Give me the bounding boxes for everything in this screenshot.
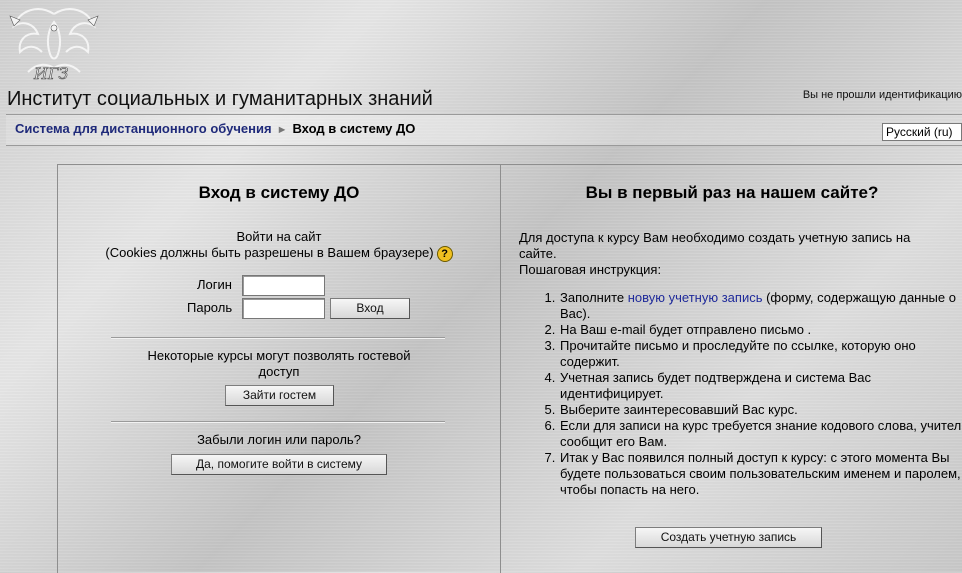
list-item: Заполните новую учетную запись (форму, с… — [559, 290, 962, 322]
list-item: Прочитайте письмо и проследуйте по ссылк… — [559, 338, 962, 370]
list-item: Если для записи на курс требуется знание… — [559, 418, 962, 450]
list-item: Выберите заинтересовавший Вас курс. — [559, 402, 962, 418]
cookies-note: (Cookies должны быть разрешены в Вашем б… — [105, 245, 434, 260]
signup-intro: Для доступа к курсу Вам необходимо созда… — [519, 230, 939, 278]
login-panels: Вход в систему ДО Войти на сайт (Cookies… — [57, 164, 962, 573]
username-label: Логин — [197, 277, 232, 292]
login-title: Вход в систему ДО — [198, 183, 360, 202]
signup-title: Вы в первый раз на нашем сайте? — [585, 183, 879, 202]
svg-text:ИГЗ: ИГЗ — [33, 64, 69, 82]
step-text: Заполните — [560, 290, 628, 305]
create-account-button[interactable]: Создать учетную запись — [635, 527, 822, 548]
list-item: Итак у Вас появился полный доступ к курс… — [559, 450, 962, 498]
enter-site-text: Войти на сайт — [236, 229, 322, 244]
site-title: Институт социальных и гуманитарных знани… — [7, 88, 433, 110]
breadcrumb-current: Вход в систему ДО — [292, 121, 416, 136]
language-select[interactable]: Русский (ru) — [882, 123, 962, 141]
password-input[interactable] — [242, 298, 325, 319]
new-account-link[interactable]: новую учетную запись — [628, 290, 763, 305]
guest-login-button[interactable]: Зайти гостем — [225, 385, 334, 406]
breadcrumb-home-link[interactable]: Система для дистанционного обучения — [15, 121, 272, 136]
login-button[interactable]: Вход — [330, 298, 410, 319]
login-box: Вход в систему ДО Войти на сайт (Cookies… — [58, 165, 501, 573]
divider — [111, 337, 445, 339]
guest-access-text: Некоторые курсы могут позволять гостевой… — [147, 348, 411, 379]
forgot-password-text: Забыли логин или пароль? — [197, 432, 361, 447]
breadcrumb: Система для дистанционного обучения ► Вход… — [15, 121, 415, 136]
site-logo: ИГЗ — [9, 8, 99, 82]
username-input[interactable] — [242, 275, 325, 296]
help-icon[interactable]: ? — [436, 245, 453, 262]
list-item: Учетная запись будет подтверждена и сист… — [559, 370, 962, 402]
password-label: Пароль — [187, 300, 233, 315]
cookies-note-row: (Cookies должны быть разрешены в Вашем б… — [58, 245, 500, 262]
signup-instructions-heading: Пошаговая инструкция: — [519, 262, 662, 277]
list-item: На Ваш e-mail будет отправлено письмо . — [559, 322, 962, 338]
signup-box: Вы в первый раз на нашем сайте? Для дост… — [501, 165, 962, 573]
forgot-password-button[interactable]: Да, помогите войти в систему — [171, 454, 387, 475]
login-status: Вы не прошли идентификацию — [802, 89, 962, 101]
signup-intro-text: Для доступа к курсу Вам необходимо созда… — [519, 230, 911, 261]
divider — [111, 421, 445, 423]
signup-steps: Заполните новую учетную запись (форму, с… — [519, 290, 962, 498]
navigation-bar: Система для дистанционного обучения ► Вход… — [6, 114, 962, 146]
breadcrumb-separator-icon: ► — [276, 124, 288, 136]
